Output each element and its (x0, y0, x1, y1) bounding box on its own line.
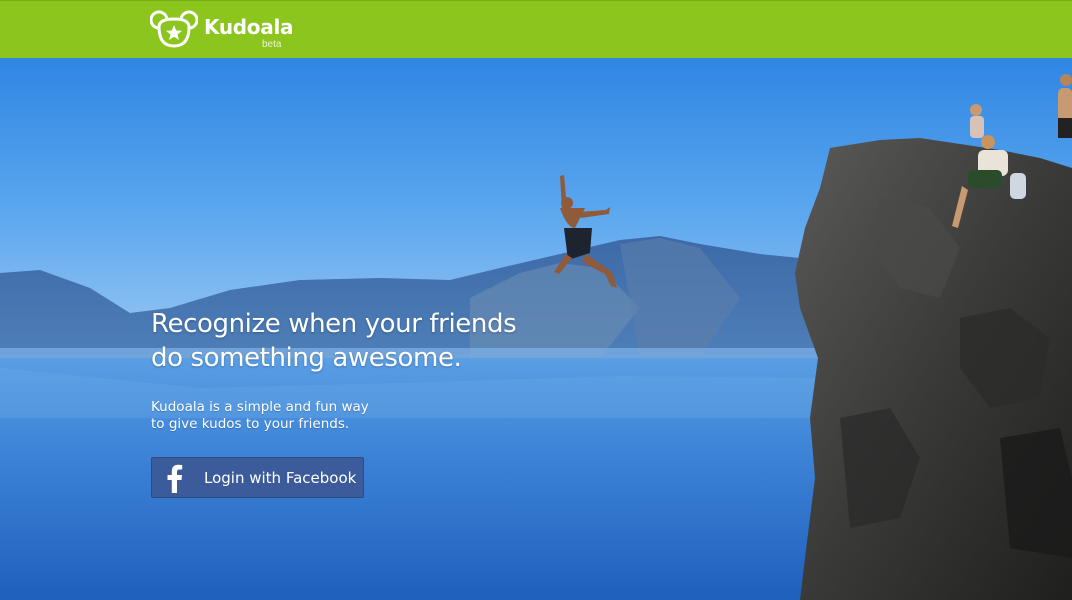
top-navigation-bar: Kudoala beta (0, 0, 1072, 58)
login-button-label: Login with Facebook (204, 468, 357, 487)
headline-line-2: do something awesome. (151, 343, 462, 373)
brand-name: Kudoala (204, 15, 294, 39)
hero-description: Kudoala is a simple and fun way to give … (151, 399, 451, 433)
hero-headline: Recognize when your friends do something… (151, 307, 571, 375)
login-with-facebook-button[interactable]: Login with Facebook (151, 457, 364, 498)
headline-line-1: Recognize when your friends (151, 309, 517, 339)
description-line-1: Kudoala is a simple and fun way (151, 399, 369, 415)
brand-home-link[interactable]: Kudoala beta (150, 9, 294, 51)
koala-star-icon (150, 10, 198, 48)
description-line-2: to give kudos to your friends. (151, 416, 350, 432)
beta-label: beta (262, 39, 282, 50)
facebook-icon (152, 458, 196, 497)
hero-section: Recognize when your friends do something… (0, 58, 1072, 600)
